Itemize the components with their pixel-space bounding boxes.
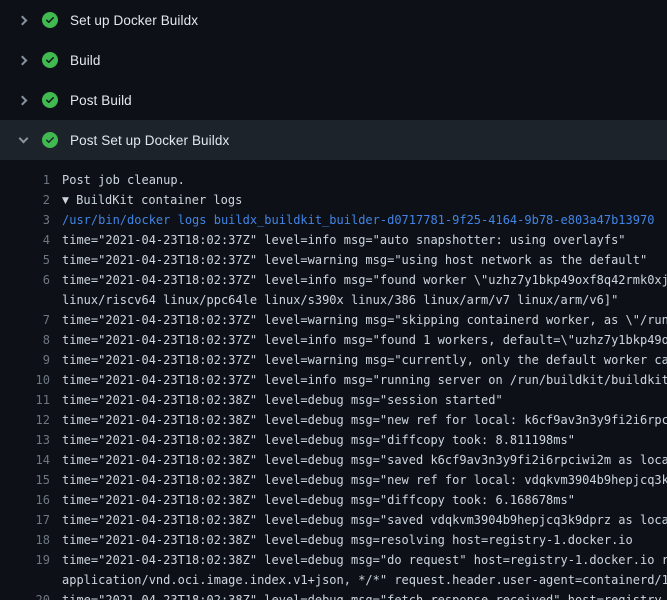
log-line-number[interactable]: 19: [0, 550, 50, 570]
log-line-text: time="2021-04-23T18:02:38Z" level=debug …: [62, 530, 633, 550]
log-line-number[interactable]: 1: [0, 170, 50, 190]
section-list: Set up Docker Buildx Build Post Build Po…: [0, 0, 667, 160]
log-line-number[interactable]: 18: [0, 530, 50, 550]
check-circle-icon: [42, 92, 58, 108]
log-line-number[interactable]: 20: [0, 590, 50, 600]
section-label: Post Set up Docker Buildx: [70, 133, 229, 148]
log-line-text: time="2021-04-23T18:02:38Z" level=debug …: [62, 390, 503, 410]
log-line-text: application/vnd.oci.image.index.v1+json,…: [62, 570, 667, 590]
log-lines: 1 Post job cleanup. 2 ▼ BuildKit contain…: [0, 160, 667, 600]
section-header-post-set-up-docker-buildx[interactable]: Post Set up Docker Buildx: [0, 120, 667, 160]
log-line-text: time="2021-04-23T18:02:38Z" level=debug …: [62, 410, 667, 430]
log-line-text: time="2021-04-23T18:02:37Z" level=info m…: [62, 330, 667, 350]
log-line-text: time="2021-04-23T18:02:37Z" level=warnin…: [62, 250, 647, 270]
log-row: application/vnd.oci.image.index.v1+json,…: [0, 570, 667, 590]
log-row: 12 time="2021-04-23T18:02:38Z" level=deb…: [0, 410, 667, 430]
section-header-build[interactable]: Build: [0, 40, 667, 80]
log-line-number[interactable]: 15: [0, 470, 50, 490]
log-line-number[interactable]: 17: [0, 510, 50, 530]
log-line-text: time="2021-04-23T18:02:37Z" level=info m…: [62, 270, 667, 290]
section-header-set-up-docker-buildx[interactable]: Set up Docker Buildx: [0, 0, 667, 40]
log-row: 14 time="2021-04-23T18:02:38Z" level=deb…: [0, 450, 667, 470]
log-line-text: linux/riscv64 linux/ppc64le linux/s390x …: [62, 290, 618, 310]
log-row: 20 time="2021-04-23T18:02:38Z" level=deb…: [0, 590, 667, 600]
log-line-text: time="2021-04-23T18:02:38Z" level=debug …: [62, 430, 575, 450]
chevron-icon: [16, 138, 30, 142]
log-line-number[interactable]: 2: [0, 190, 50, 210]
log-line-number[interactable]: 7: [0, 310, 50, 330]
log-line-text: time="2021-04-23T18:02:37Z" level=warnin…: [62, 350, 667, 370]
log-row: 15 time="2021-04-23T18:02:38Z" level=deb…: [0, 470, 667, 490]
log-row: 4 time="2021-04-23T18:02:37Z" level=info…: [0, 230, 667, 250]
log-row: 10 time="2021-04-23T18:02:37Z" level=inf…: [0, 370, 667, 390]
log-row[interactable]: 2 ▼ BuildKit container logs: [0, 190, 667, 210]
log-line-number[interactable]: 8: [0, 330, 50, 350]
log-row: 11 time="2021-04-23T18:02:38Z" level=deb…: [0, 390, 667, 410]
log-row: 13 time="2021-04-23T18:02:38Z" level=deb…: [0, 430, 667, 450]
check-circle-icon: [42, 12, 58, 28]
log-row: linux/riscv64 linux/ppc64le linux/s390x …: [0, 290, 667, 310]
log-row: 5 time="2021-04-23T18:02:37Z" level=warn…: [0, 250, 667, 270]
log-row: 16 time="2021-04-23T18:02:38Z" level=deb…: [0, 490, 667, 510]
log-row: 18 time="2021-04-23T18:02:38Z" level=deb…: [0, 530, 667, 550]
log-line-text: time="2021-04-23T18:02:38Z" level=debug …: [62, 490, 575, 510]
log-row: 9 time="2021-04-23T18:02:37Z" level=warn…: [0, 350, 667, 370]
check-circle-icon: [42, 52, 58, 68]
log-line-number[interactable]: 9: [0, 350, 50, 370]
log-line-text: time="2021-04-23T18:02:37Z" level=warnin…: [62, 310, 667, 330]
log-row: 17 time="2021-04-23T18:02:38Z" level=deb…: [0, 510, 667, 530]
log-line-number[interactable]: 13: [0, 430, 50, 450]
log-line-text: ▼ BuildKit container logs: [62, 190, 242, 210]
log-row: 19 time="2021-04-23T18:02:38Z" level=deb…: [0, 550, 667, 570]
log-line-number[interactable]: 16: [0, 490, 50, 510]
log-line-text: time="2021-04-23T18:02:38Z" level=debug …: [62, 450, 667, 470]
log-line-number[interactable]: 14: [0, 450, 50, 470]
log-line-text: time="2021-04-23T18:02:37Z" level=info m…: [62, 370, 667, 390]
log-line-number[interactable]: 3: [0, 210, 50, 230]
section-label: Post Build: [70, 93, 132, 108]
section-header-post-build[interactable]: Post Build: [0, 80, 667, 120]
log-line-text: /usr/bin/docker logs buildx_buildkit_bui…: [62, 210, 654, 230]
log-row: 7 time="2021-04-23T18:02:37Z" level=warn…: [0, 310, 667, 330]
group-caret-icon: ▼: [62, 191, 69, 210]
log-row: 8 time="2021-04-23T18:02:37Z" level=info…: [0, 330, 667, 350]
log-line-number[interactable]: 6: [0, 270, 50, 290]
chevron-icon: [16, 97, 30, 104]
log-line-text: time="2021-04-23T18:02:38Z" level=debug …: [62, 550, 667, 570]
chevron-icon: [16, 17, 30, 24]
log-line-number[interactable]: 11: [0, 390, 50, 410]
section-label: Set up Docker Buildx: [70, 13, 198, 28]
log-line-number[interactable]: [0, 570, 50, 590]
log-line-text: time="2021-04-23T18:02:37Z" level=info m…: [62, 230, 626, 250]
chevron-icon: [16, 57, 30, 64]
section-label: Build: [70, 53, 101, 68]
log-line-number[interactable]: 12: [0, 410, 50, 430]
log-row: 6 time="2021-04-23T18:02:37Z" level=info…: [0, 270, 667, 290]
log-line-number[interactable]: 5: [0, 250, 50, 270]
log-line-text: Post job cleanup.: [62, 170, 185, 190]
log-line-text: time="2021-04-23T18:02:38Z" level=debug …: [62, 510, 667, 530]
log-row: 3 /usr/bin/docker logs buildx_buildkit_b…: [0, 210, 667, 230]
log-line-text: time="2021-04-23T18:02:38Z" level=debug …: [62, 590, 662, 600]
check-circle-icon: [42, 132, 58, 148]
log-row: 1 Post job cleanup.: [0, 170, 667, 190]
actions-log-viewer: { "colors": { "page_bg": "#0d1117", "exp…: [0, 0, 667, 600]
log-line-number[interactable]: 10: [0, 370, 50, 390]
log-line-number[interactable]: [0, 290, 50, 310]
log-line-text: time="2021-04-23T18:02:38Z" level=debug …: [62, 470, 667, 490]
log-line-number[interactable]: 4: [0, 230, 50, 250]
